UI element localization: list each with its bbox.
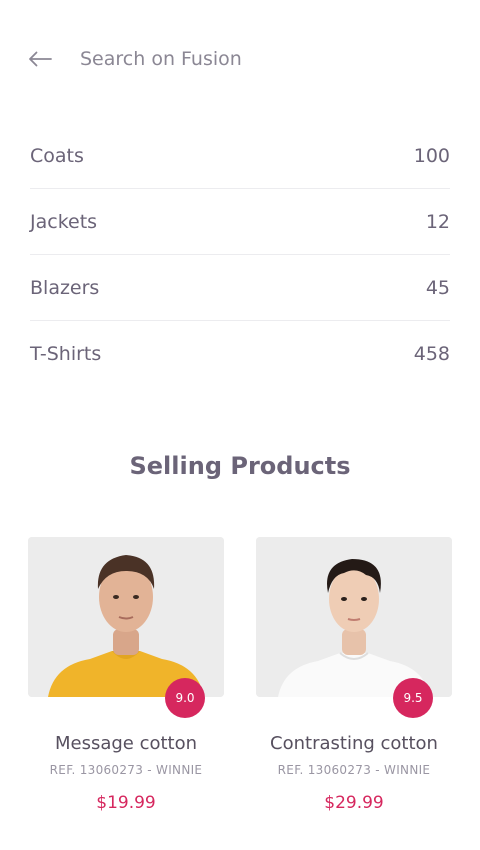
category-item-tshirts[interactable]: T-Shirts 458 (30, 321, 450, 387)
category-count: 12 (425, 210, 450, 233)
category-count: 458 (413, 343, 450, 365)
product-ref: REF. 13060273 - WINNIE (49, 763, 203, 777)
product-card[interactable]: 9.0 Message cotton REF. 13060273 - WINNI… (28, 537, 224, 813)
search-input[interactable] (80, 44, 440, 74)
category-name: Coats (30, 144, 84, 167)
product-image[interactable] (256, 537, 452, 697)
back-button[interactable] (26, 46, 54, 72)
category-name: T-Shirts (30, 343, 102, 365)
man-yellow-tshirt-image (28, 537, 224, 697)
product-image[interactable] (28, 537, 224, 697)
product-grid: 9.0 Message cotton REF. 13060273 - WINNI… (28, 537, 452, 813)
product-price: $29.99 (324, 793, 384, 813)
arrow-left-icon (29, 51, 52, 67)
rating-badge: 9.0 (165, 678, 205, 718)
category-count: 100 (413, 144, 450, 167)
category-item-coats[interactable]: Coats 100 (30, 123, 450, 189)
search-bar (0, 0, 480, 120)
product-name: Contrasting cotton (270, 733, 438, 754)
rating-badge: 9.5 (393, 678, 433, 718)
category-count: 45 (425, 276, 450, 299)
category-name: Blazers (30, 276, 100, 299)
product-ref: REF. 13060273 - WINNIE (277, 763, 431, 777)
man-white-tshirt-image (256, 537, 452, 697)
category-name: Jackets (30, 210, 98, 233)
section-title: Selling Products (129, 452, 351, 480)
product-name: Message cotton (54, 733, 198, 754)
product-price: $19.99 (96, 793, 156, 813)
category-list: Coats 100 Jackets 12 Blazers 45 T-Shirts… (30, 123, 450, 387)
category-item-jackets[interactable]: Jackets 12 (30, 189, 450, 255)
category-item-blazers[interactable]: Blazers 45 (30, 255, 450, 321)
product-card[interactable]: 9.5 Contrasting cotton REF. 13060273 - W… (256, 537, 452, 813)
